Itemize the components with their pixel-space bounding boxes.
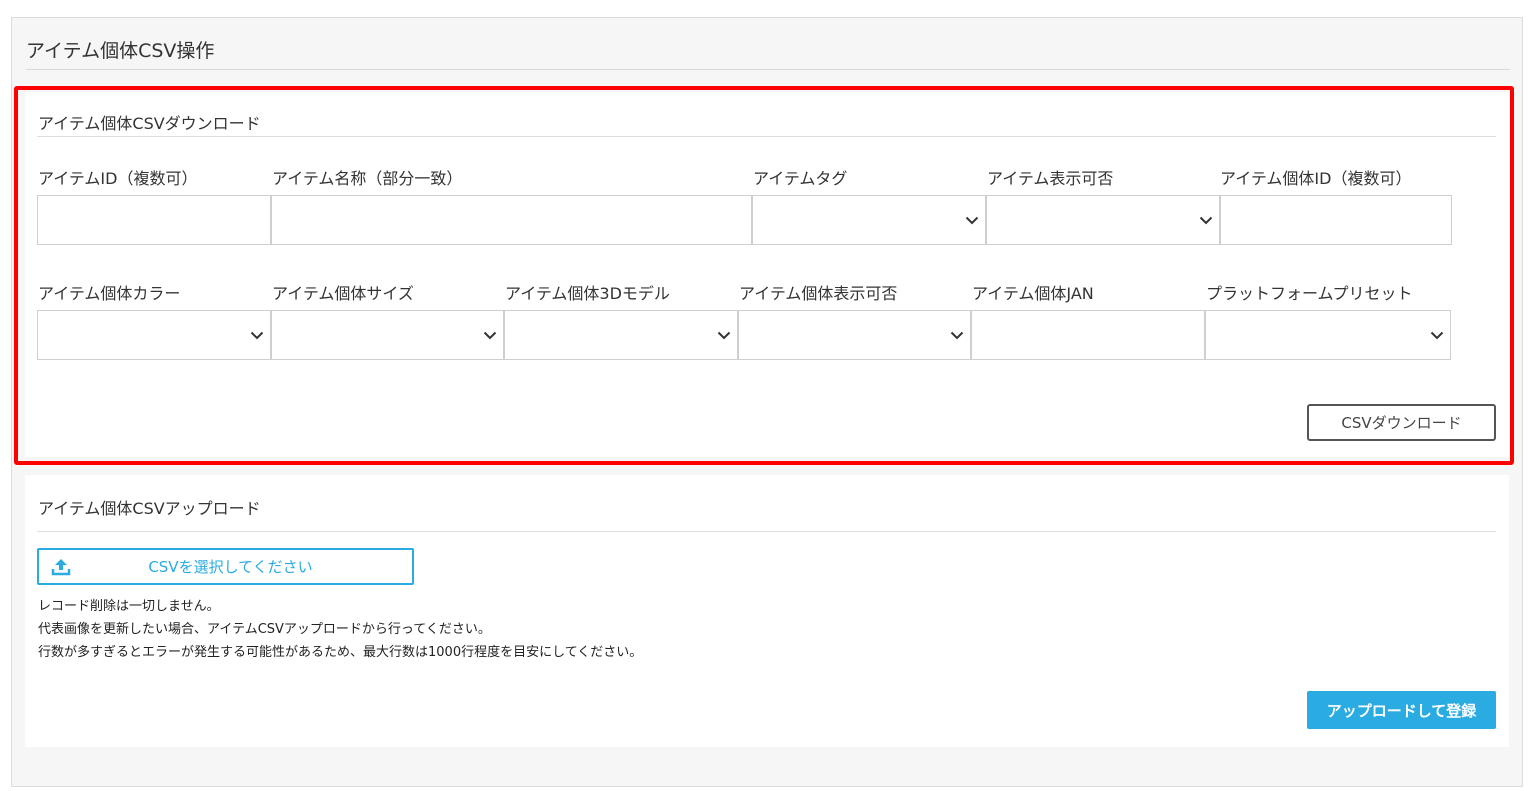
platform-preset-select[interactable] — [1205, 310, 1451, 360]
chevron-down-icon — [948, 326, 966, 344]
platform-preset-label: プラットフォームプリセット — [1206, 284, 1413, 303]
instance-3d-model-label: アイテム個体3Dモデル — [505, 284, 670, 303]
upload-section-divider — [37, 531, 1496, 532]
instance-size-label: アイテム個体サイズ — [272, 284, 414, 303]
csv-download-button[interactable]: CSVダウンロード — [1307, 404, 1496, 441]
upload-section-title: アイテム個体CSVアップロード — [38, 499, 261, 518]
csv-file-select-label: CSVを選択してください — [148, 558, 313, 576]
instance-jan-label: アイテム個体JAN — [972, 284, 1094, 303]
upload-note: 行数が多すぎるとエラーが発生する可能性があるため、最大行数は1000行程度を目安… — [38, 645, 643, 660]
chevron-down-icon — [963, 211, 981, 229]
instance-3d-model-select[interactable] — [504, 310, 738, 360]
item-visibility-select[interactable] — [986, 195, 1220, 245]
instance-id-input[interactable] — [1220, 195, 1452, 245]
chevron-down-icon — [715, 326, 733, 344]
item-name-label: アイテム名称（部分一致） — [272, 169, 463, 188]
download-section-divider — [37, 136, 1496, 137]
download-section — [25, 92, 1509, 457]
instance-color-select[interactable] — [37, 310, 271, 360]
download-section-title: アイテム個体CSVダウンロード — [38, 114, 261, 133]
page-title: アイテム個体CSV操作 — [26, 40, 215, 62]
item-tag-label: アイテムタグ — [753, 169, 848, 188]
upload-note: レコード削除は一切しません。 — [38, 599, 220, 614]
upload-register-button[interactable]: アップロードして登録 — [1307, 691, 1496, 729]
upload-note: 代表画像を更新したい場合、アイテムCSVアップロードから行ってください。 — [38, 622, 491, 637]
item-id-label: アイテムID（複数可） — [38, 169, 198, 188]
instance-visibility-select[interactable] — [738, 310, 971, 360]
title-divider — [26, 69, 1510, 70]
chevron-down-icon — [1197, 211, 1215, 229]
instance-size-select[interactable] — [271, 310, 504, 360]
instance-visibility-label: アイテム個体表示可否 — [739, 284, 898, 303]
item-visibility-label: アイテム表示可否 — [987, 169, 1114, 188]
instance-jan-input[interactable] — [971, 310, 1205, 360]
chevron-down-icon — [481, 326, 499, 344]
item-name-input[interactable] — [271, 195, 752, 245]
chevron-down-icon — [1428, 326, 1446, 344]
csv-file-select-button[interactable]: CSVを選択してください — [37, 548, 414, 585]
chevron-down-icon — [248, 326, 266, 344]
item-tag-select[interactable] — [752, 195, 986, 245]
instance-id-label: アイテム個体ID（複数可） — [1220, 169, 1412, 188]
instance-color-label: アイテム個体カラー — [38, 284, 181, 303]
item-id-input[interactable] — [37, 195, 271, 245]
